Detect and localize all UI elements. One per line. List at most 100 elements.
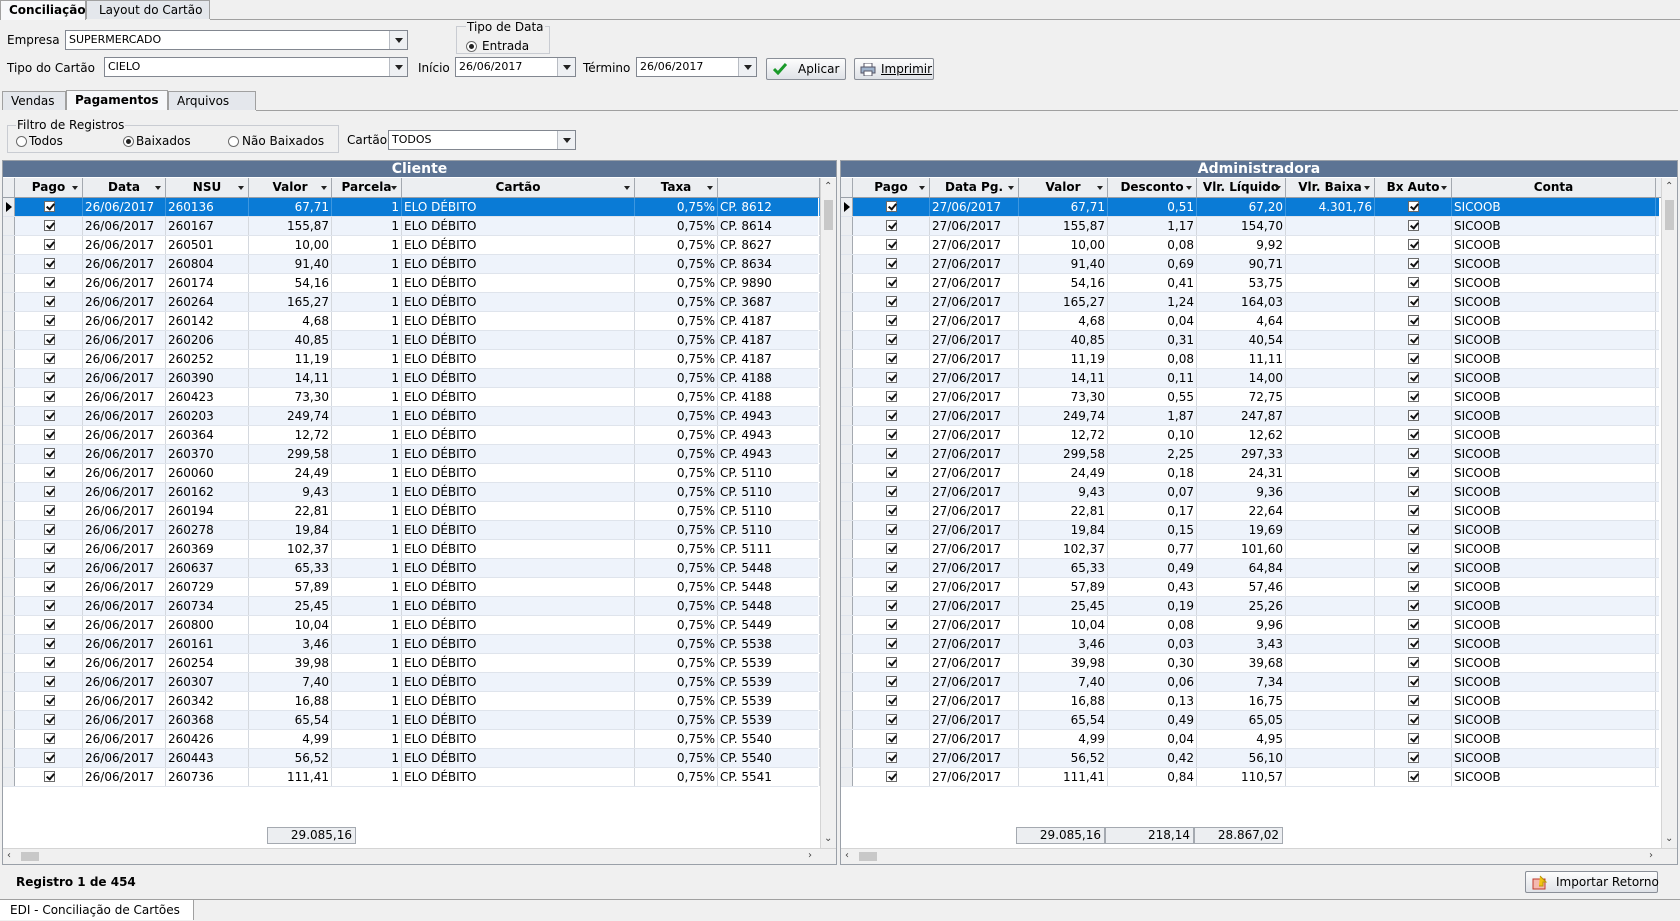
table-row[interactable]: 26/06/2017 260162 9,43 1 ELO DÉBITO 0,75% CP. … [3,483,820,502]
pago-checkbox[interactable] [43,391,55,402]
tab-layout-cartao[interactable]: Layout do Cartão [86,0,210,19]
pago-checkbox[interactable] [886,353,897,364]
pago-checkbox[interactable] [886,543,897,554]
pago-cell[interactable] [15,597,83,615]
pago-checkbox[interactable] [43,695,55,706]
table-row[interactable]: 27/06/2017 4,68 0,04 4,64 SICOOB [841,312,1659,331]
pago-cell[interactable] [853,616,930,634]
table-row[interactable]: 27/06/2017 54,16 0,41 53,75 SICOOB [841,274,1659,293]
baixados-radio[interactable] [123,136,134,147]
pago-cell[interactable] [15,521,83,539]
bx-auto-cell[interactable] [1375,749,1452,767]
table-row[interactable]: 27/06/2017 65,54 0,49 65,05 SICOOB [841,711,1659,730]
pago-cell[interactable] [15,483,83,501]
chevron-down-icon[interactable] [389,31,407,49]
table-row[interactable]: 27/06/2017 4,99 0,04 4,95 SICOOB [841,730,1659,749]
table-row[interactable]: 27/06/2017 249,74 1,87 247,87 SICOOB [841,407,1659,426]
table-row[interactable]: 26/06/2017 260426 4,99 1 ELO DÉBITO 0,75% CP. … [3,730,820,749]
pago-checkbox[interactable] [43,752,55,763]
cliente-header-col[interactable]: Data [83,178,166,197]
pago-checkbox[interactable] [43,258,55,269]
bx-auto-cell[interactable] [1375,711,1452,729]
pago-cell[interactable] [15,768,83,786]
pago-cell[interactable] [15,255,83,273]
bx-auto-checkbox[interactable] [1408,581,1419,592]
table-row[interactable]: 26/06/2017 260252 11,19 1 ELO DÉBITO 0,75% CP.… [3,350,820,369]
bx-auto-cell[interactable] [1375,198,1452,216]
pago-checkbox[interactable] [43,296,55,307]
table-row[interactable]: 27/06/2017 155,87 1,17 154,70 SICOOB [841,217,1659,236]
bx-auto-checkbox[interactable] [1408,600,1419,611]
table-row[interactable]: 26/06/2017 260390 14,11 1 ELO DÉBITO 0,75% CP.… [3,369,820,388]
table-row[interactable]: 26/06/2017 260161 3,46 1 ELO DÉBITO 0,75% CP. … [3,635,820,654]
pago-cell[interactable] [15,293,83,311]
pago-cell[interactable] [15,407,83,425]
table-row[interactable]: 26/06/2017 260443 56,52 1 ELO DÉBITO 0,75% CP.… [3,749,820,768]
pago-checkbox[interactable] [43,771,55,782]
bx-auto-checkbox[interactable] [1408,467,1419,478]
pago-cell[interactable] [15,350,83,368]
bx-auto-cell[interactable] [1375,654,1452,672]
pago-cell[interactable] [853,274,930,292]
cliente-vertical-scrollbar[interactable]: ⌃ ⌄ [820,178,836,848]
bx-auto-checkbox[interactable] [1408,258,1419,269]
pago-checkbox[interactable] [886,619,897,630]
table-row[interactable]: 26/06/2017 260194 22,81 1 ELO DÉBITO 0,75% CP.… [3,502,820,521]
pago-checkbox[interactable] [886,695,897,706]
tab-arquivos[interactable]: Arquivos [168,91,256,110]
pago-cell[interactable] [15,312,83,330]
cliente-header-col[interactable]: Valor [249,178,332,197]
pago-checkbox[interactable] [886,581,897,592]
table-row[interactable]: 26/06/2017 260364 12,72 1 ELO DÉBITO 0,75% CP.… [3,426,820,445]
table-row[interactable]: 27/06/2017 3,46 0,03 3,43 SICOOB [841,635,1659,654]
bx-auto-cell[interactable] [1375,388,1452,406]
chevron-down-icon[interactable] [389,58,407,76]
bx-auto-checkbox[interactable] [1408,733,1419,744]
pago-cell[interactable] [853,502,930,520]
table-row[interactable]: 26/06/2017 260203 249,74 1 ELO DÉBITO 0,75% CP… [3,407,820,426]
bx-auto-cell[interactable] [1375,217,1452,235]
cliente-header-col[interactable]: Pago [15,178,83,197]
pago-cell[interactable] [15,274,83,292]
pago-checkbox[interactable] [886,239,897,250]
cliente-header-col[interactable]: Parcela [332,178,402,197]
admin-header-col[interactable]: Conta [1452,178,1656,197]
pago-checkbox[interactable] [43,486,55,497]
pago-checkbox[interactable] [886,752,897,763]
bx-auto-cell[interactable] [1375,540,1452,558]
pago-cell[interactable] [853,331,930,349]
table-row[interactable]: 27/06/2017 73,30 0,55 72,75 SICOOB [841,388,1659,407]
admin-header-col[interactable]: Valor [1019,178,1108,197]
bx-auto-cell[interactable] [1375,369,1452,387]
pago-cell[interactable] [853,692,930,710]
table-row[interactable]: 27/06/2017 11,19 0,08 11,11 SICOOB [841,350,1659,369]
table-row[interactable]: 26/06/2017 260370 299,58 1 ELO DÉBITO 0,75% CP… [3,445,820,464]
bx-auto-checkbox[interactable] [1408,391,1419,402]
bx-auto-cell[interactable] [1375,274,1452,292]
bx-auto-cell[interactable] [1375,673,1452,691]
pago-cell[interactable] [853,407,930,425]
pago-cell[interactable] [853,730,930,748]
bx-auto-checkbox[interactable] [1408,410,1419,421]
pago-cell[interactable] [853,559,930,577]
table-row[interactable]: 27/06/2017 19,84 0,15 19,69 SICOOB [841,521,1659,540]
bx-auto-checkbox[interactable] [1408,239,1419,250]
admin-header-col[interactable]: Bx Auto [1375,178,1452,197]
administradora-vertical-scrollbar[interactable]: ⌃ ⌄ [1661,178,1677,848]
bx-auto-cell[interactable] [1375,483,1452,501]
table-row[interactable]: 27/06/2017 9,43 0,07 9,36 SICOOB [841,483,1659,502]
bx-auto-checkbox[interactable] [1408,448,1419,459]
table-row[interactable]: 26/06/2017 260342 16,88 1 ELO DÉBITO 0,75% CP.… [3,692,820,711]
pago-checkbox[interactable] [43,505,55,516]
pago-checkbox[interactable] [43,619,55,630]
pago-cell[interactable] [15,540,83,558]
pago-checkbox[interactable] [886,714,897,725]
pago-checkbox[interactable] [43,410,55,421]
table-row[interactable]: 26/06/2017 260206 40,85 1 ELO DÉBITO 0,75% CP.… [3,331,820,350]
pago-cell[interactable] [15,730,83,748]
pago-checkbox[interactable] [43,201,55,212]
pago-checkbox[interactable] [43,277,55,288]
pago-checkbox[interactable] [886,334,897,345]
bx-auto-cell[interactable] [1375,559,1452,577]
pago-checkbox[interactable] [886,505,897,516]
